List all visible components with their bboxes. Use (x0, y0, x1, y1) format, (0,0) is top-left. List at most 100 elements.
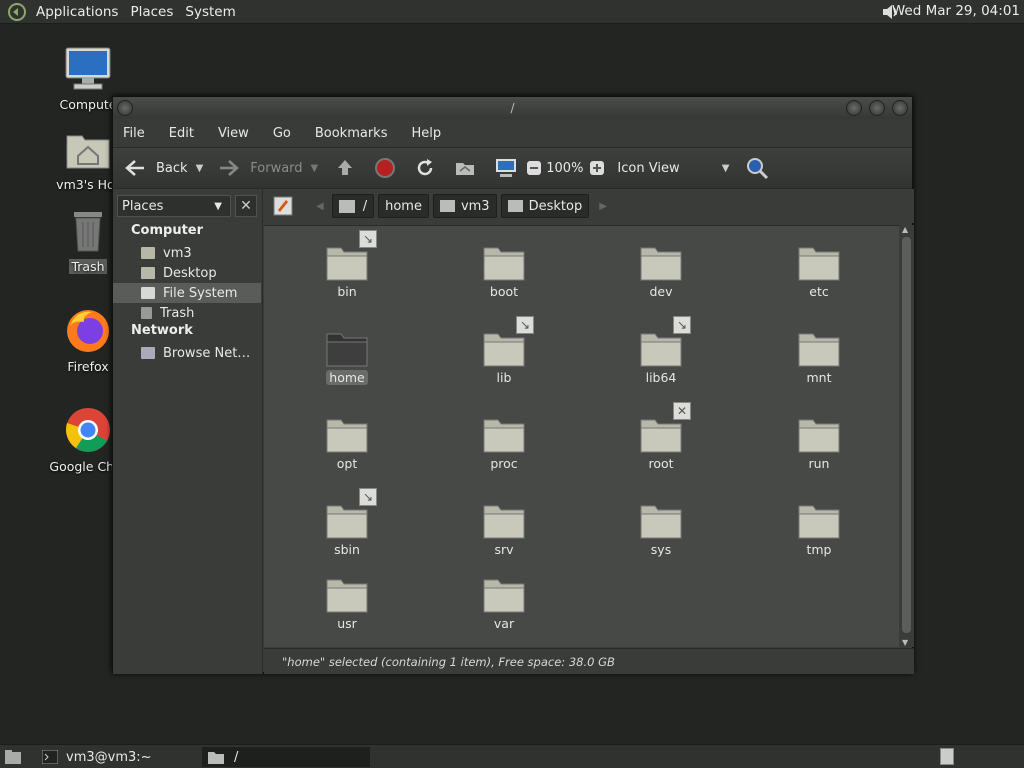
folder-icon (483, 247, 525, 281)
sidebar-item-label: vm3 (163, 245, 192, 261)
scroll-right-icon[interactable]: ▶ (599, 201, 607, 212)
view-mode-select[interactable]: Icon View ▼ (617, 153, 729, 183)
folder-name: sys (650, 542, 672, 557)
folder-name: dev (649, 284, 673, 299)
places-menu[interactable]: Places (124, 4, 179, 20)
folder-item[interactable]: ↘ lib (464, 316, 544, 386)
system-menu[interactable]: System (179, 4, 241, 20)
menu-edit[interactable]: Edit (163, 126, 200, 141)
close-sidebar-button[interactable]: ✕ (235, 195, 257, 217)
menu-file[interactable]: File (117, 126, 151, 141)
folder-item[interactable]: var (464, 576, 544, 632)
gnome-foot-icon[interactable] (4, 1, 30, 23)
places-sidebar: Places ▼ ✕ Computer vm3 Desktop File Sys… (113, 189, 263, 674)
chrome-icon (65, 408, 110, 452)
home-folder-icon (141, 247, 155, 259)
breadcrumb-root[interactable]: / (331, 194, 375, 218)
folder-icon (798, 333, 840, 367)
sidebar-item-label: Browse Net… (163, 345, 251, 361)
folder-item[interactable]: ↘ lib64 (621, 316, 701, 386)
workspace-switcher[interactable] (940, 748, 954, 765)
folder-item[interactable]: ↘ bin (307, 230, 387, 300)
zoom-in-icon[interactable] (589, 160, 605, 176)
forward-button[interactable]: Forward ▼ (217, 153, 318, 183)
forward-label: Forward (250, 160, 303, 176)
zoom-out-icon[interactable] (526, 160, 542, 176)
home-icon[interactable] (454, 157, 476, 179)
sidebar-item-vm3[interactable]: vm3 (113, 243, 261, 263)
menu-help[interactable]: Help (405, 126, 447, 141)
folder-icon (640, 419, 682, 453)
forward-arrow-icon (220, 160, 240, 176)
folder-icon (483, 333, 525, 367)
minimize-button[interactable] (846, 100, 862, 116)
taskbar-item-terminal[interactable]: vm3@vm3:~ (36, 747, 196, 767)
menu-view[interactable]: View (212, 126, 255, 141)
folder-name: lib64 (645, 370, 677, 385)
show-desktop-icon[interactable] (3, 747, 23, 767)
sidebar-item-browse-network[interactable]: Browse Net… (113, 343, 261, 363)
scroll-left-icon[interactable]: ◀ (316, 201, 324, 212)
menu-bookmarks[interactable]: Bookmarks (309, 126, 394, 141)
scroll-down-icon[interactable]: ▼ (902, 638, 908, 647)
window-title: / (510, 101, 515, 115)
folder-name: opt (336, 456, 358, 471)
window-titlebar[interactable]: / (113, 97, 912, 119)
folder-icon (798, 419, 840, 453)
computer-icon[interactable] (494, 157, 518, 179)
icon-view[interactable]: ↘ bin boot dev etc home ↘ lib ↘ lib64 mnt opt proc ✕ r… (264, 225, 899, 647)
toolbar: Back ▼ Forward ▼ 100% Icon View ▼ (113, 147, 912, 189)
symlink-emblem-icon: ↘ (516, 316, 534, 334)
up-arrow-icon[interactable] (334, 157, 356, 179)
scrollbar-thumb[interactable] (902, 237, 911, 633)
back-button[interactable]: Back ▼ (123, 153, 203, 183)
folder-item[interactable]: ↘ sbin (307, 488, 387, 558)
chevron-down-icon[interactable]: ▼ (196, 163, 204, 174)
folder-item[interactable]: opt (307, 416, 387, 472)
stop-icon[interactable] (374, 157, 396, 179)
breadcrumb-desktop[interactable]: Desktop (500, 194, 590, 218)
folder-item[interactable]: home (307, 330, 387, 386)
vertical-scrollbar[interactable]: ▲ ▼ (899, 225, 914, 647)
folder-name: usr (337, 616, 357, 631)
clock[interactable]: Wed Mar 29, 04:01 (892, 3, 1020, 19)
window-menu-button[interactable] (117, 100, 133, 116)
chevron-down-icon: ▼ (721, 162, 730, 174)
folder-item[interactable]: boot (464, 244, 544, 300)
scroll-up-icon[interactable]: ▲ (902, 225, 908, 234)
folder-item[interactable]: tmp (779, 502, 859, 558)
reload-icon[interactable] (414, 157, 436, 179)
folder-item[interactable]: mnt (779, 330, 859, 386)
home-folder-icon (439, 200, 455, 212)
folder-item[interactable]: sys (621, 502, 701, 558)
bottom-panel: vm3@vm3:~ / (0, 744, 1024, 768)
folder-item[interactable]: dev (621, 244, 701, 300)
chevron-down-icon[interactable]: ▼ (311, 163, 319, 174)
folder-name: srv (494, 542, 514, 557)
sidebar-item-trash[interactable]: Trash (113, 303, 261, 323)
sidebar-item-desktop[interactable]: Desktop (113, 263, 261, 283)
folder-item[interactable]: etc (779, 244, 859, 300)
folder-item[interactable]: ✕ root (621, 402, 701, 472)
folder-item[interactable]: run (779, 416, 859, 472)
search-icon[interactable] (745, 156, 769, 180)
close-button[interactable] (892, 100, 908, 116)
symlink-emblem-icon: ↘ (359, 488, 377, 506)
taskbar-item-file-manager[interactable]: / (202, 747, 370, 767)
top-panel: Applications Places System Wed Mar 29, 0… (0, 0, 1024, 24)
edit-location-icon[interactable] (272, 195, 294, 217)
places-combo[interactable]: Places ▼ (117, 195, 231, 217)
sidebar-item-file-system[interactable]: File System (113, 283, 261, 303)
breadcrumb-home[interactable]: home (378, 194, 429, 218)
menu-go[interactable]: Go (267, 126, 297, 141)
back-arrow-icon (125, 160, 144, 176)
applications-menu[interactable]: Applications (30, 4, 124, 20)
folder-item[interactable]: srv (464, 502, 544, 558)
symlink-emblem-icon: ↘ (673, 316, 691, 334)
maximize-button[interactable] (869, 100, 885, 116)
folder-name: proc (490, 456, 518, 471)
places-combo-label: Places (122, 198, 164, 214)
folder-item[interactable]: proc (464, 416, 544, 472)
folder-item[interactable]: usr (307, 576, 387, 632)
breadcrumb-vm3[interactable]: vm3 (432, 194, 497, 218)
